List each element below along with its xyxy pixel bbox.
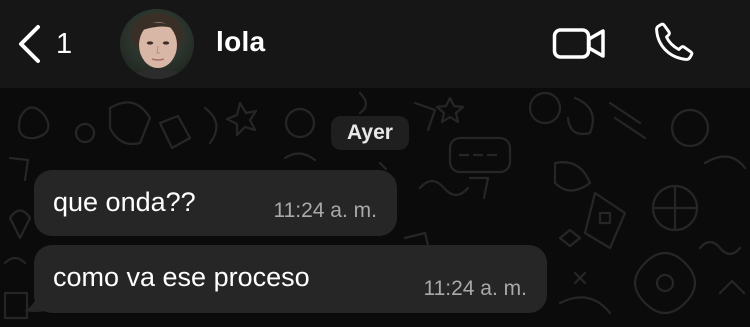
phone-icon — [652, 22, 696, 68]
chat-screen: 1 lola Ayer que onda?? 11:24 a. m. como … — [0, 0, 750, 327]
message-time: 11:24 a. m. — [273, 199, 377, 222]
chat-header: 1 lola — [0, 0, 750, 88]
chevron-left-icon — [14, 24, 44, 64]
video-camera-icon — [552, 28, 606, 66]
back-button[interactable]: 1 — [14, 22, 72, 66]
unread-count: 1 — [56, 27, 73, 60]
message-text: que onda?? — [53, 187, 196, 217]
message-time: 11:24 a. m. — [423, 277, 527, 300]
message-text: como va ese proceso — [53, 262, 310, 292]
voice-call-button[interactable] — [652, 20, 696, 69]
bubble-tail — [24, 291, 46, 312]
message-list[interactable]: Ayer que onda?? 11:24 a. m. como va ese … — [0, 88, 750, 327]
avatar[interactable] — [120, 9, 194, 79]
date-separator: Ayer — [331, 116, 409, 150]
video-call-button[interactable] — [552, 24, 606, 67]
message-bubble[interactable]: que onda?? 11:24 a. m. — [34, 170, 397, 236]
contact-name[interactable]: lola — [216, 26, 265, 58]
message-bubble[interactable]: como va ese proceso 11:24 a. m. — [34, 245, 547, 313]
